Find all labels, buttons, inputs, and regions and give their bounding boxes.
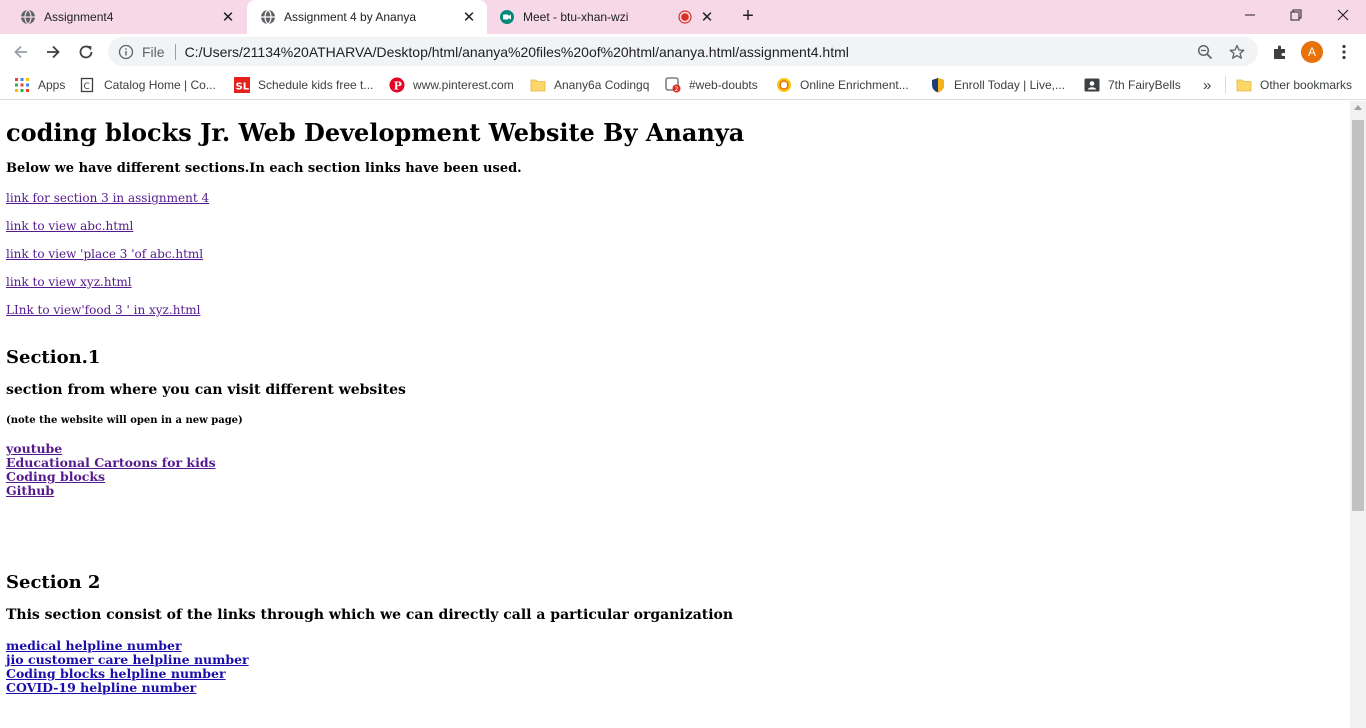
link-github[interactable]: Github <box>6 483 54 498</box>
link-jio-helpline[interactable]: jio customer care helpline number <box>6 652 249 667</box>
bookmark-label: 7th FairyBells <box>1108 78 1181 92</box>
pinterest-icon: P <box>389 77 405 93</box>
bookmark-label: Schedule kids free t... <box>258 78 374 92</box>
bookmark-schedule-kids[interactable]: SL Schedule kids free t... <box>234 76 373 94</box>
bookmark-label: Catalog Home | Co... <box>104 78 216 92</box>
bookmark-catalog-home[interactable]: C Catalog Home | Co... <box>80 76 216 94</box>
address-bar[interactable]: File C:/Users/21134%20ATHARVA/Desktop/ht… <box>108 37 1258 66</box>
profile-avatar[interactable]: A <box>1301 41 1323 63</box>
sl-logo-icon: SL <box>234 77 250 93</box>
url-scheme-label: File <box>142 43 165 60</box>
back-button[interactable] <box>7 38 35 66</box>
zoom-icon[interactable] <box>1192 39 1218 65</box>
bookmark-label: Enroll Today | Live,... <box>954 78 1065 92</box>
scroll-up-arrow-icon[interactable] <box>1354 105 1362 110</box>
enrichment-icon <box>776 77 792 93</box>
bookmark-star-icon[interactable] <box>1224 39 1250 65</box>
svg-text:SL: SL <box>236 82 250 93</box>
bookmarks-bar: Apps C Catalog Home | Co... SL Schedule … <box>0 70 1366 100</box>
page-intro: Below we have different sections.In each… <box>6 161 522 176</box>
browser-toolbar: File C:/Users/21134%20ATHARVA/Desktop/ht… <box>0 34 1366 70</box>
bookmark-other-bookmarks[interactable]: Other bookmarks <box>1236 76 1352 94</box>
bookmark-web-doubts[interactable]: 2 #web-doubts <box>665 76 758 94</box>
svg-text:P: P <box>394 80 402 93</box>
section-2-subtitle: This section consist of the links throug… <box>6 607 734 623</box>
link-youtube[interactable]: youtube <box>6 441 62 456</box>
tab-meet[interactable]: Meet - btu-xhan-wzi ✕ <box>487 0 727 34</box>
info-icon[interactable] <box>118 44 134 60</box>
globe-icon <box>260 9 276 25</box>
extensions-icon[interactable] <box>1266 38 1294 66</box>
tab-title: Assignment 4 by Ananya <box>284 10 417 24</box>
scrollbar-thumb[interactable] <box>1352 120 1364 511</box>
svg-text:2: 2 <box>675 86 679 93</box>
close-icon[interactable]: ✕ <box>699 9 715 26</box>
close-icon[interactable]: ✕ <box>220 9 236 26</box>
bookmarks-overflow-chevron[interactable]: » <box>1203 76 1211 94</box>
catalog-icon: C <box>80 77 96 93</box>
folder-icon <box>530 77 546 93</box>
close-window-button[interactable] <box>1320 0 1366 30</box>
menu-kebab-icon[interactable] <box>1330 38 1358 66</box>
reload-button[interactable] <box>72 38 100 66</box>
tab-assignment4[interactable]: Assignment4 ✕ <box>0 0 246 34</box>
page-viewport: coding blocks Jr. Web Development Websit… <box>0 101 1350 728</box>
section-1-note: (note the website will open in a new pag… <box>6 415 243 426</box>
section-1-title: Section.1 <box>6 347 101 368</box>
bookmark-label: Online Enrichment... <box>800 78 909 92</box>
bookmark-apps[interactable]: Apps <box>14 76 65 94</box>
link-section-3[interactable]: link for section 3 in assignment 4 <box>6 191 209 205</box>
bookmark-label: Apps <box>38 78 66 92</box>
link-covid-helpline[interactable]: COVID-19 helpline number <box>6 680 196 695</box>
section-2-title: Section 2 <box>6 572 101 593</box>
tab-title: Assignment4 <box>44 10 114 24</box>
folder-icon <box>1236 77 1252 93</box>
link-medical-helpline[interactable]: medical helpline number <box>6 638 182 653</box>
url-text[interactable]: C:/Users/21134%20ATHARVA/Desktop/html/an… <box>185 44 1192 60</box>
bookmarks-separator <box>1225 76 1226 94</box>
minimize-button[interactable] <box>1227 0 1273 30</box>
new-tab-button[interactable]: + <box>737 6 759 28</box>
shield-icon <box>930 77 946 93</box>
tab-title: Meet - btu-xhan-wzi <box>523 10 629 24</box>
bookmark-label: Anany6a Codingq <box>554 78 650 92</box>
bookmark-label: #web-doubts <box>689 78 758 92</box>
apps-grid-icon <box>14 77 30 93</box>
contact-card-icon <box>1084 77 1100 93</box>
forward-button[interactable] <box>39 38 67 66</box>
recording-icon <box>675 9 695 25</box>
tab-strip: Assignment4 ✕ Assignment 4 by Ananya ✕ M… <box>0 0 1366 34</box>
svg-text:C: C <box>84 82 90 92</box>
link-educational-cartoons[interactable]: Educational Cartoons for kids <box>6 455 216 470</box>
vertical-scrollbar[interactable] <box>1350 101 1366 728</box>
meet-icon <box>499 9 515 25</box>
bookmark-online-enrichment[interactable]: Online Enrichment... <box>776 76 909 94</box>
close-icon[interactable]: ✕ <box>461 9 477 26</box>
page-heading: coding blocks Jr. Web Development Websit… <box>6 118 745 147</box>
link-coding-blocks[interactable]: Coding blocks <box>6 469 105 484</box>
link-xyz[interactable]: link to view xyz.html <box>6 275 132 289</box>
bookmark-enroll-today[interactable]: Enroll Today | Live,... <box>930 76 1065 94</box>
bookmark-7th-fairybells[interactable]: 7th FairyBells <box>1084 76 1181 94</box>
section-1-subtitle: section from where you can visit differe… <box>6 382 406 398</box>
bookmark-label: www.pinterest.com <box>413 78 514 92</box>
section-2-links: medical helpline number jio customer car… <box>6 639 249 695</box>
link-abc[interactable]: link to view abc.html <box>6 219 133 233</box>
bookmark-pinterest[interactable]: P www.pinterest.com <box>389 76 514 94</box>
bookmark-label: Other bookmarks <box>1260 78 1353 92</box>
link-food-3-xyz[interactable]: LInk to view'food 3 ' in xyz.html <box>6 303 200 317</box>
web-doubts-icon: 2 <box>665 77 681 93</box>
globe-icon <box>20 9 36 25</box>
section-1-links: youtube Educational Cartoons for kids Co… <box>6 442 216 498</box>
restore-button[interactable] <box>1273 0 1319 30</box>
link-coding-blocks-helpline[interactable]: Coding blocks helpline number <box>6 666 226 681</box>
bookmark-anany6a-codingq[interactable]: Anany6a Codingq <box>530 76 649 94</box>
tab-assignment-4-by-ananya[interactable]: Assignment 4 by Ananya ✕ <box>247 0 487 34</box>
omnibox-divider <box>174 43 176 60</box>
link-place-3-abc[interactable]: link to view 'place 3 'of abc.html <box>6 247 203 261</box>
